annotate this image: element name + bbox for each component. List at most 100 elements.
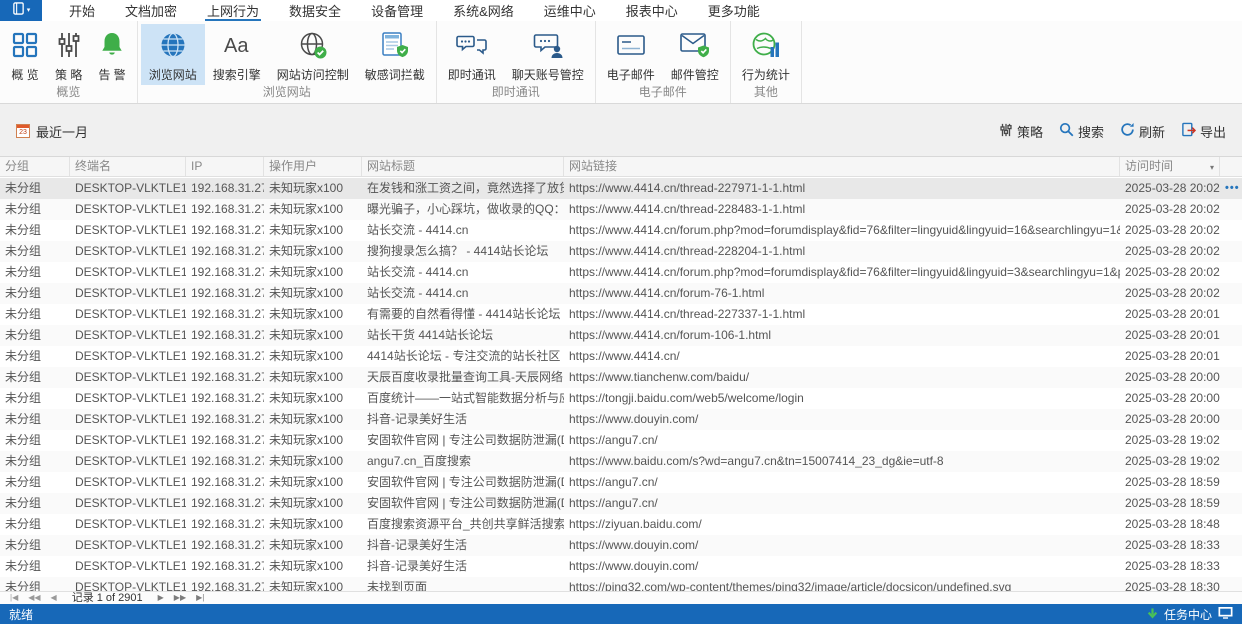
table-row[interactable]: 未分组 DESKTOP-VLKTLE1 192.168.31.27 未知玩家x1… — [0, 556, 1242, 577]
tab-report-center[interactable]: 报表中心 — [611, 0, 693, 21]
tab-doc-encryption[interactable]: 文档加密 — [110, 0, 192, 21]
policy-action-button[interactable]: 策略 — [999, 122, 1043, 141]
cell-time: 2025-03-28 19:02:19 — [1125, 433, 1220, 447]
search-action-button[interactable]: 搜索 — [1059, 122, 1104, 141]
table-row[interactable]: 未分组 DESKTOP-VLKTLE1 192.168.31.27 未知玩家x1… — [0, 514, 1242, 535]
next-page-button[interactable]: ▶▶ — [169, 592, 191, 604]
sensitive-word-block-button[interactable]: 敏感词拦截 — [357, 24, 433, 85]
table-row[interactable]: 未分组 DESKTOP-VLKTLE1 192.168.31.27 未知玩家x1… — [0, 262, 1242, 283]
column-header-terminal[interactable]: 终端名 — [70, 157, 186, 176]
row-menu-icon[interactable] — [1220, 577, 1242, 591]
table-row[interactable]: 未分组 DESKTOP-VLKTLE1 192.168.31.27 未知玩家x1… — [0, 283, 1242, 304]
row-menu-icon[interactable] — [1220, 556, 1242, 577]
behavior-statistics-button[interactable]: 行为统计 — [734, 24, 798, 85]
row-menu-icon[interactable] — [1220, 388, 1242, 409]
row-menu-icon[interactable] — [1220, 493, 1242, 514]
export-action-button[interactable]: 导出 — [1181, 122, 1226, 141]
alert-button[interactable]: 告 警 — [90, 24, 133, 85]
row-menu-icon[interactable] — [1220, 283, 1242, 304]
cell-time: 2025-03-28 20:01:58 — [1125, 307, 1220, 321]
table-row[interactable]: 未分组 DESKTOP-VLKTLE1 192.168.31.27 未知玩家x1… — [0, 430, 1242, 451]
task-center-button[interactable]: 任务中心 — [1147, 606, 1233, 623]
table-row[interactable]: 未分组 DESKTOP-VLKTLE1 192.168.31.27 未知玩家x1… — [0, 472, 1242, 493]
search-engine-button[interactable]: Aa 搜索引擎 — [205, 24, 269, 85]
cell-ip: 192.168.31.27 — [191, 433, 264, 447]
sliders-icon — [999, 123, 1013, 140]
chat-account-control-button[interactable]: 聊天账号管控 — [504, 24, 592, 85]
tab-ops-center[interactable]: 运维中心 — [529, 0, 611, 21]
tab-internet-behavior[interactable]: 上网行为 — [192, 0, 274, 21]
column-header-url[interactable]: 网站链接 — [564, 157, 1120, 176]
cell-group: 未分组 — [5, 244, 42, 258]
cell-group: 未分组 — [5, 370, 42, 384]
row-menu-icon[interactable] — [1220, 409, 1242, 430]
table-row[interactable]: 未分组 DESKTOP-VLKTLE1 192.168.31.27 未知玩家x1… — [0, 493, 1242, 514]
column-header-title[interactable]: 网站标题 — [362, 157, 564, 176]
table-row[interactable]: 未分组 DESKTOP-VLKTLE1 192.168.31.27 未知玩家x1… — [0, 367, 1242, 388]
table-row[interactable]: 未分组 DESKTOP-VLKTLE1 192.168.31.27 未知玩家x1… — [0, 325, 1242, 346]
row-menu-icon[interactable] — [1220, 220, 1242, 241]
table-row[interactable]: 未分组 DESKTOP-VLKTLE1 192.168.31.27 未知玩家x1… — [0, 199, 1242, 220]
monitor-icon[interactable] — [1218, 606, 1233, 622]
website-access-control-button[interactable]: 网站访问控制 — [269, 24, 357, 85]
table-row[interactable]: 未分组 DESKTOP-VLKTLE1 192.168.31.27 未知玩家x1… — [0, 577, 1242, 591]
refresh-action-button[interactable]: 刷新 — [1120, 122, 1165, 141]
cell-url: https://www.4414.cn/forum.php?mod=forumd… — [569, 265, 1120, 279]
prev-record-button[interactable]: ◀ — [46, 592, 62, 604]
row-menu-icon[interactable] — [1220, 472, 1242, 493]
cell-time: 2025-03-28 20:02:19 — [1125, 202, 1220, 216]
row-menu-icon[interactable] — [1220, 325, 1242, 346]
cell-user: 未知玩家x100 — [269, 454, 344, 468]
cell-user: 未知玩家x100 — [269, 559, 344, 573]
table-row[interactable]: 未分组 DESKTOP-VLKTLE1 192.168.31.27 未知玩家x1… — [0, 451, 1242, 472]
tab-device-management[interactable]: 设备管理 — [356, 0, 438, 21]
table-row[interactable]: 未分组 DESKTOP-VLKTLE1 192.168.31.27 未知玩家x1… — [0, 178, 1242, 199]
last-record-button[interactable]: ▶| — [191, 592, 209, 604]
instant-messaging-button[interactable]: 即时通讯 — [440, 24, 504, 85]
column-header-user[interactable]: 操作用户 — [264, 157, 362, 176]
cell-group: 未分组 — [5, 559, 42, 573]
next-record-button[interactable]: ▶ — [153, 592, 169, 604]
row-menu-icon[interactable] — [1220, 262, 1242, 283]
table-row[interactable]: 未分组 DESKTOP-VLKTLE1 192.168.31.27 未知玩家x1… — [0, 535, 1242, 556]
cell-title: 有需要的自然看得懂 - 4414站长论坛 — [367, 307, 561, 321]
cell-group: 未分组 — [5, 517, 42, 531]
row-menu-icon[interactable] — [1220, 241, 1242, 262]
column-header-time[interactable]: ▾ 访问时间 — [1120, 157, 1220, 176]
export-action-label: 导出 — [1199, 124, 1226, 140]
table-row[interactable]: 未分组 DESKTOP-VLKTLE1 192.168.31.27 未知玩家x1… — [0, 304, 1242, 325]
table-row[interactable]: 未分组 DESKTOP-VLKTLE1 192.168.31.27 未知玩家x1… — [0, 346, 1242, 367]
row-menu-icon[interactable] — [1220, 367, 1242, 388]
overview-button[interactable]: 概 览 — [3, 24, 47, 85]
table-row[interactable]: 未分组 DESKTOP-VLKTLE1 192.168.31.27 未知玩家x1… — [0, 409, 1242, 430]
cell-terminal: DESKTOP-VLKTLE1 — [75, 496, 186, 510]
row-menu-icon[interactable] — [1220, 451, 1242, 472]
tab-start[interactable]: 开始 — [54, 0, 110, 21]
first-record-button[interactable]: |◀ — [5, 592, 23, 604]
browse-website-label: 浏览网站 — [148, 68, 197, 82]
email-button[interactable]: 电子邮件 — [599, 24, 663, 85]
browse-website-button[interactable]: 浏览网站 — [140, 24, 205, 85]
row-menu-icon[interactable]: ••• — [1220, 178, 1242, 199]
row-menu-icon[interactable] — [1220, 304, 1242, 325]
chat-account-control-label: 聊天账号管控 — [511, 68, 584, 82]
row-menu-icon[interactable] — [1220, 430, 1242, 451]
row-menu-icon[interactable] — [1220, 199, 1242, 220]
cell-title: 百度搜索资源平台_共创共享鲜活搜索 — [367, 517, 564, 531]
row-menu-icon[interactable] — [1220, 346, 1242, 367]
app-menu-button[interactable]: ▾ — [0, 0, 42, 21]
row-menu-icon[interactable] — [1220, 535, 1242, 556]
table-row[interactable]: 未分组 DESKTOP-VLKTLE1 192.168.31.27 未知玩家x1… — [0, 388, 1242, 409]
table-row[interactable]: 未分组 DESKTOP-VLKTLE1 192.168.31.27 未知玩家x1… — [0, 241, 1242, 262]
row-menu-icon[interactable] — [1220, 514, 1242, 535]
prev-page-button[interactable]: ◀◀ — [23, 592, 45, 604]
column-header-ip[interactable]: IP — [186, 157, 264, 176]
tab-more-features[interactable]: 更多功能 — [693, 0, 775, 21]
tab-data-security[interactable]: 数据安全 — [274, 0, 356, 21]
table-row[interactable]: 未分组 DESKTOP-VLKTLE1 192.168.31.27 未知玩家x1… — [0, 220, 1242, 241]
column-header-group[interactable]: 分组 — [0, 157, 70, 176]
mail-control-button[interactable]: 邮件管控 — [663, 24, 727, 85]
date-range-filter[interactable]: 23 最近一月 — [16, 122, 88, 141]
policy-button[interactable]: 策 略 — [47, 24, 90, 85]
tab-system-network[interactable]: 系统&网络 — [438, 0, 529, 21]
